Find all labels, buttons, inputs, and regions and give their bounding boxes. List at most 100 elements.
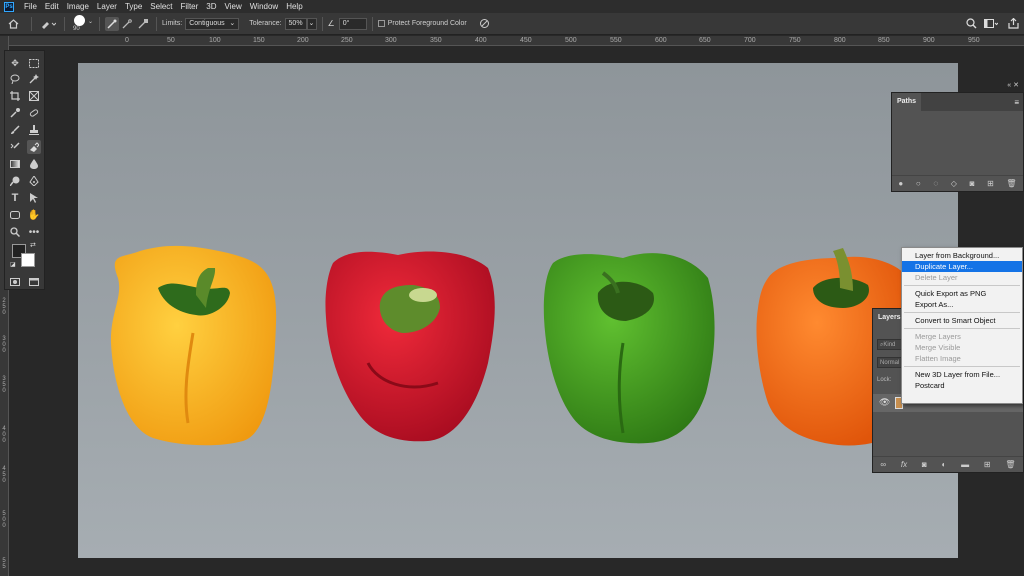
frame-tool-icon[interactable] <box>27 89 41 103</box>
default-colors-icon[interactable]: ◪ <box>10 261 16 268</box>
limits-select[interactable]: Contiguous ⌄ <box>185 17 240 30</box>
hand-tool-icon[interactable]: ✋ <box>27 208 41 222</box>
menu-select[interactable]: Select <box>146 0 176 13</box>
menu-separator <box>904 366 1020 367</box>
sampling-once-icon[interactable] <box>119 18 135 29</box>
magic-wand-tool-icon[interactable] <box>27 72 41 86</box>
make-work-path-icon[interactable]: ◇ <box>951 179 957 188</box>
divider <box>31 16 32 31</box>
dodge-tool-icon[interactable] <box>8 174 22 188</box>
menu-item-flatten-image[interactable]: Flatten Image <box>902 353 1022 364</box>
history-brush-tool-icon[interactable] <box>8 140 22 154</box>
stroke-path-icon[interactable]: ○ <box>916 179 921 188</box>
swap-colors-icon[interactable]: ⇄ <box>30 241 36 249</box>
background-color-swatch[interactable] <box>21 253 35 267</box>
limits-label: Limits: <box>162 20 183 27</box>
menu-view[interactable]: View <box>221 0 246 13</box>
type-tool-icon[interactable]: T <box>8 191 22 205</box>
gradient-tool-icon[interactable] <box>8 157 22 171</box>
ruler-tick-label: 650 <box>699 37 711 44</box>
trash-icon[interactable]: 🗑 <box>1006 179 1016 188</box>
lock-label: Lock: <box>877 377 892 383</box>
quick-mask-icon[interactable] <box>8 275 22 289</box>
ruler-tick-label: 2 5 0 <box>2 298 6 316</box>
link-layers-icon[interactable]: ∞ <box>880 460 886 469</box>
paths-panel: « ✕ Paths ≡ ● ○ ◌ ◇ ◙ ⊞ 🗑 <box>891 82 1024 192</box>
menu-window[interactable]: Window <box>246 0 282 13</box>
menu-edit[interactable]: Edit <box>41 0 63 13</box>
blur-tool-icon[interactable] <box>27 157 41 171</box>
menu-item-layer-from-background[interactable]: Layer from Background... <box>902 250 1022 261</box>
menu-image[interactable]: Image <box>63 0 93 13</box>
sampling-continuous-icon[interactable] <box>105 16 119 31</box>
pressure-size-icon[interactable] <box>475 18 495 29</box>
menu-file[interactable]: File <box>20 0 41 13</box>
zoom-tool-icon[interactable] <box>8 225 22 239</box>
add-mask-icon[interactable]: ◙ <box>970 179 975 188</box>
fill-path-icon[interactable]: ● <box>898 179 903 188</box>
crop-tool-icon[interactable] <box>8 89 22 103</box>
clone-stamp-tool-icon[interactable] <box>27 123 41 137</box>
menu-item-convert-to-smart-object[interactable]: Convert to Smart Object <box>902 315 1022 326</box>
divider <box>321 16 323 31</box>
layers-panel-footer: ∞ fx ◙ ◐ ▬ ⊞ 🗑 <box>873 456 1023 472</box>
path-selection-tool-icon[interactable] <box>27 191 41 205</box>
menu-item-quick-export-png[interactable]: Quick Export as PNG <box>902 288 1022 299</box>
layer-style-fx-icon[interactable]: fx <box>901 460 907 469</box>
ruler-tick-label: 850 <box>878 37 890 44</box>
panel-menu-icon[interactable]: ≡ <box>1014 98 1019 107</box>
new-path-icon[interactable]: ⊞ <box>987 179 994 188</box>
limits-value: Contiguous <box>189 19 225 27</box>
menu-3d[interactable]: 3D <box>202 0 220 13</box>
visibility-eye-icon[interactable]: 👁 <box>879 397 890 408</box>
tab-paths[interactable]: Paths <box>892 93 922 111</box>
trash-icon[interactable]: 🗑 <box>1005 460 1015 469</box>
menu-item-merge-layers[interactable]: Merge Layers <box>902 331 1022 342</box>
screen-mode-icon[interactable] <box>27 275 41 289</box>
adjustment-layer-icon[interactable]: ◐ <box>942 460 947 469</box>
tolerance-slider-toggle[interactable]: ⌄ <box>306 17 317 30</box>
more-tools-icon[interactable]: ••• <box>27 225 41 239</box>
menu-layer[interactable]: Layer <box>93 0 121 13</box>
menu-type[interactable]: Type <box>121 0 146 13</box>
ruler-tick-label: 4 0 0 <box>2 426 6 444</box>
menu-item-delete-layer[interactable]: Delete Layer <box>902 272 1022 283</box>
angle-input[interactable]: 0° <box>338 17 367 30</box>
search-icon[interactable] <box>962 18 980 29</box>
home-icon[interactable] <box>0 18 26 29</box>
collapse-panels-icon[interactable]: « ✕ <box>1007 81 1019 89</box>
share-icon[interactable] <box>1002 18 1024 29</box>
new-group-folder-icon[interactable]: ▬ <box>961 460 969 469</box>
document-canvas[interactable] <box>78 63 958 558</box>
background-eraser-tool-icon[interactable] <box>27 140 41 154</box>
ruler-tick-label: 0 <box>125 37 129 44</box>
background-eraser-tool-preset-icon[interactable] <box>37 19 59 29</box>
menu-help[interactable]: Help <box>282 0 306 13</box>
brush-tool-icon[interactable] <box>8 123 22 137</box>
ruler-tick-label: 700 <box>744 37 756 44</box>
chevron-down-icon: ⌄ <box>88 18 94 25</box>
marquee-tool-icon[interactable] <box>27 56 41 70</box>
new-layer-icon[interactable]: ⊞ <box>984 460 991 469</box>
menu-item-new-3d-layer-from-file[interactable]: New 3D Layer from File... <box>902 369 1022 380</box>
menu-item-postcard[interactable]: Postcard <box>902 380 1022 391</box>
paths-panel-header: Paths ≡ <box>892 93 1023 111</box>
workspace-switcher-icon[interactable] <box>980 18 1002 29</box>
healing-brush-tool-icon[interactable] <box>27 106 41 120</box>
pen-tool-icon[interactable] <box>27 174 41 188</box>
sampling-background-swatch-icon[interactable] <box>135 18 151 29</box>
protect-foreground-checkbox[interactable] <box>377 20 385 27</box>
menu-item-duplicate-layer[interactable]: Duplicate Layer... <box>902 261 1022 272</box>
add-mask-icon[interactable]: ◙ <box>922 460 927 469</box>
menu-filter[interactable]: Filter <box>177 0 203 13</box>
move-tool-icon[interactable]: ✥ <box>8 56 22 70</box>
load-path-as-selection-icon[interactable]: ◌ <box>933 179 938 188</box>
menu-item-merge-visible[interactable]: Merge Visible <box>902 342 1022 353</box>
eyedropper-tool-icon[interactable] <box>8 106 22 120</box>
peppers-image <box>110 245 908 446</box>
brush-preset-picker[interactable]: 90 ⌄ <box>70 14 94 34</box>
rectangle-tool-icon[interactable] <box>8 208 22 222</box>
tolerance-input[interactable]: 50% <box>284 17 307 30</box>
lasso-tool-icon[interactable] <box>8 72 22 86</box>
menu-item-export-as[interactable]: Export As... <box>902 299 1022 310</box>
